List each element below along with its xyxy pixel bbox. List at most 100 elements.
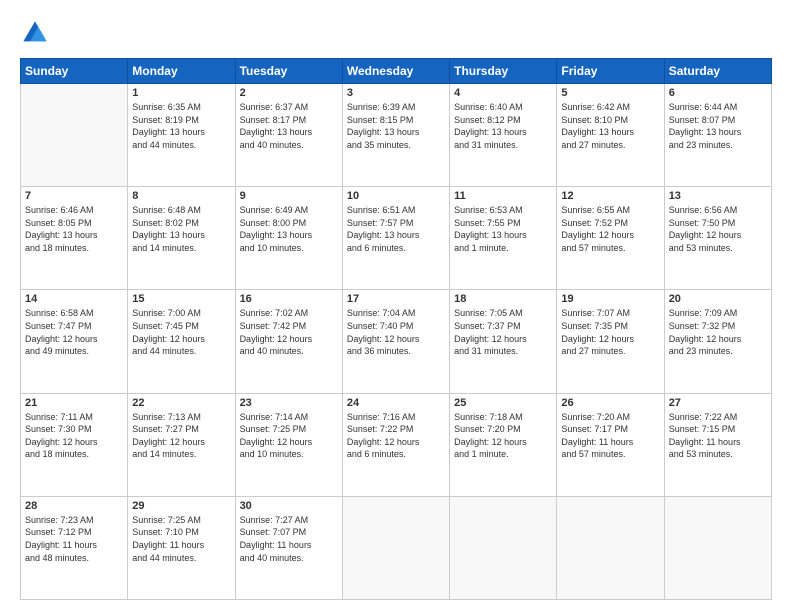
day-number: 6 [669,87,767,99]
calendar-week-row: 21 Sunrise: 7:11 AM Sunset: 7:30 PM Dayli… [21,393,772,496]
calendar-cell: 9 Sunrise: 6:49 AM Sunset: 8:00 PM Daylig… [235,187,342,290]
day-of-week-header: Tuesday [235,59,342,84]
day-info: Sunrise: 7:25 AM Sunset: 7:10 PM Dayligh… [132,514,230,564]
calendar-header-row: SundayMondayTuesdayWednesdayThursdayFrid… [21,59,772,84]
day-info: Sunrise: 7:02 AM Sunset: 7:42 PM Dayligh… [240,307,338,357]
day-number: 29 [132,500,230,512]
day-info: Sunrise: 7:27 AM Sunset: 7:07 PM Dayligh… [240,514,338,564]
calendar-week-row: 7Sunrise: 6:46 AM Sunset: 8:05 PM Daylig… [21,187,772,290]
calendar-cell: 7Sunrise: 6:46 AM Sunset: 8:05 PM Daylig… [21,187,128,290]
day-info: Sunrise: 7:16 AM Sunset: 7:22 PM Dayligh… [347,411,445,461]
calendar-cell [664,496,771,599]
calendar-cell: 13 Sunrise: 6:56 AM Sunset: 7:50 PM Dayli… [664,187,771,290]
calendar-table: SundayMondayTuesdayWednesdayThursdayFrid… [20,58,772,600]
day-of-week-header: Saturday [664,59,771,84]
day-number: 3 [347,87,445,99]
day-info: Sunrise: 7:11 AM Sunset: 7:30 PM Dayligh… [25,411,123,461]
day-info: Sunrise: 7:23 AM Sunset: 7:12 PM Dayligh… [25,514,123,564]
calendar-cell: 5 Sunrise: 6:42 AM Sunset: 8:10 PM Daylig… [557,84,664,187]
day-of-week-header: Thursday [450,59,557,84]
day-info: Sunrise: 6:40 AM Sunset: 8:12 PM Dayligh… [454,101,552,151]
calendar-cell: 8Sunrise: 6:48 AM Sunset: 8:02 PM Daylig… [128,187,235,290]
day-number: 15 [132,293,230,305]
calendar-cell: 12Sunrise: 6:55 AM Sunset: 7:52 PM Dayli… [557,187,664,290]
day-number: 20 [669,293,767,305]
calendar-cell: 21 Sunrise: 7:11 AM Sunset: 7:30 PM Dayli… [21,393,128,496]
day-number: 10 [347,190,445,202]
day-number: 14 [25,293,123,305]
calendar-cell [450,496,557,599]
day-info: Sunrise: 6:55 AM Sunset: 7:52 PM Dayligh… [561,204,659,254]
calendar-cell: 11 Sunrise: 6:53 AM Sunset: 7:55 PM Dayli… [450,187,557,290]
day-number: 11 [454,190,552,202]
calendar-cell [21,84,128,187]
day-of-week-header: Wednesday [342,59,449,84]
day-info: Sunrise: 6:44 AM Sunset: 8:07 PM Dayligh… [669,101,767,151]
day-info: Sunrise: 6:48 AM Sunset: 8:02 PM Dayligh… [132,204,230,254]
day-info: Sunrise: 6:42 AM Sunset: 8:10 PM Dayligh… [561,101,659,151]
day-info: Sunrise: 6:51 AM Sunset: 7:57 PM Dayligh… [347,204,445,254]
calendar-week-row: 28 Sunrise: 7:23 AM Sunset: 7:12 PM Dayli… [21,496,772,599]
calendar-cell: 19 Sunrise: 7:07 AM Sunset: 7:35 PM Dayli… [557,290,664,393]
day-number: 24 [347,397,445,409]
day-number: 5 [561,87,659,99]
calendar-cell: 27 Sunrise: 7:22 AM Sunset: 7:15 PM Dayli… [664,393,771,496]
day-info: Sunrise: 7:04 AM Sunset: 7:40 PM Dayligh… [347,307,445,357]
day-number: 28 [25,500,123,512]
day-number: 17 [347,293,445,305]
day-info: Sunrise: 6:53 AM Sunset: 7:55 PM Dayligh… [454,204,552,254]
page: SundayMondayTuesdayWednesdayThursdayFrid… [0,0,792,612]
day-info: Sunrise: 7:09 AM Sunset: 7:32 PM Dayligh… [669,307,767,357]
calendar-cell: 22 Sunrise: 7:13 AM Sunset: 7:27 PM Dayli… [128,393,235,496]
calendar-cell: 14 Sunrise: 6:58 AM Sunset: 7:47 PM Dayli… [21,290,128,393]
calendar-cell: 16 Sunrise: 7:02 AM Sunset: 7:42 PM Dayli… [235,290,342,393]
day-number: 23 [240,397,338,409]
day-number: 21 [25,397,123,409]
day-number: 9 [240,190,338,202]
calendar-cell: 26 Sunrise: 7:20 AM Sunset: 7:17 PM Dayli… [557,393,664,496]
day-info: Sunrise: 7:14 AM Sunset: 7:25 PM Dayligh… [240,411,338,461]
day-info: Sunrise: 7:18 AM Sunset: 7:20 PM Dayligh… [454,411,552,461]
logo [20,18,54,48]
calendar-cell: 15 Sunrise: 7:00 AM Sunset: 7:45 PM Dayli… [128,290,235,393]
day-info: Sunrise: 7:05 AM Sunset: 7:37 PM Dayligh… [454,307,552,357]
calendar-cell: 29 Sunrise: 7:25 AM Sunset: 7:10 PM Dayli… [128,496,235,599]
calendar-cell: 30 Sunrise: 7:27 AM Sunset: 7:07 PM Dayli… [235,496,342,599]
calendar-week-row: 14 Sunrise: 6:58 AM Sunset: 7:47 PM Dayli… [21,290,772,393]
day-number: 27 [669,397,767,409]
day-number: 22 [132,397,230,409]
day-info: Sunrise: 7:13 AM Sunset: 7:27 PM Dayligh… [132,411,230,461]
calendar-cell: 17 Sunrise: 7:04 AM Sunset: 7:40 PM Dayli… [342,290,449,393]
calendar-cell: 4Sunrise: 6:40 AM Sunset: 8:12 PM Daylig… [450,84,557,187]
day-info: Sunrise: 6:58 AM Sunset: 7:47 PM Dayligh… [25,307,123,357]
day-of-week-header: Friday [557,59,664,84]
day-number: 26 [561,397,659,409]
day-info: Sunrise: 7:07 AM Sunset: 7:35 PM Dayligh… [561,307,659,357]
day-info: Sunrise: 6:49 AM Sunset: 8:00 PM Dayligh… [240,204,338,254]
day-info: Sunrise: 7:22 AM Sunset: 7:15 PM Dayligh… [669,411,767,461]
day-info: Sunrise: 6:39 AM Sunset: 8:15 PM Dayligh… [347,101,445,151]
calendar-cell: 2Sunrise: 6:37 AM Sunset: 8:17 PM Daylig… [235,84,342,187]
day-number: 2 [240,87,338,99]
day-number: 19 [561,293,659,305]
day-number: 30 [240,500,338,512]
calendar-cell: 18Sunrise: 7:05 AM Sunset: 7:37 PM Dayli… [450,290,557,393]
calendar-cell [342,496,449,599]
day-number: 13 [669,190,767,202]
day-info: Sunrise: 6:56 AM Sunset: 7:50 PM Dayligh… [669,204,767,254]
calendar-cell: 1Sunrise: 6:35 AM Sunset: 8:19 PM Daylig… [128,84,235,187]
day-of-week-header: Monday [128,59,235,84]
day-info: Sunrise: 6:46 AM Sunset: 8:05 PM Dayligh… [25,204,123,254]
day-info: Sunrise: 7:00 AM Sunset: 7:45 PM Dayligh… [132,307,230,357]
calendar-cell: 28 Sunrise: 7:23 AM Sunset: 7:12 PM Dayli… [21,496,128,599]
day-info: Sunrise: 7:20 AM Sunset: 7:17 PM Dayligh… [561,411,659,461]
calendar-cell: 20 Sunrise: 7:09 AM Sunset: 7:32 PM Dayli… [664,290,771,393]
day-of-week-header: Sunday [21,59,128,84]
calendar-cell: 25Sunrise: 7:18 AM Sunset: 7:20 PM Dayli… [450,393,557,496]
day-info: Sunrise: 6:35 AM Sunset: 8:19 PM Dayligh… [132,101,230,151]
calendar-cell: 10 Sunrise: 6:51 AM Sunset: 7:57 PM Dayli… [342,187,449,290]
calendar-cell: 23 Sunrise: 7:14 AM Sunset: 7:25 PM Dayli… [235,393,342,496]
calendar-cell [557,496,664,599]
calendar-cell: 3 Sunrise: 6:39 AM Sunset: 8:15 PM Daylig… [342,84,449,187]
day-number: 16 [240,293,338,305]
